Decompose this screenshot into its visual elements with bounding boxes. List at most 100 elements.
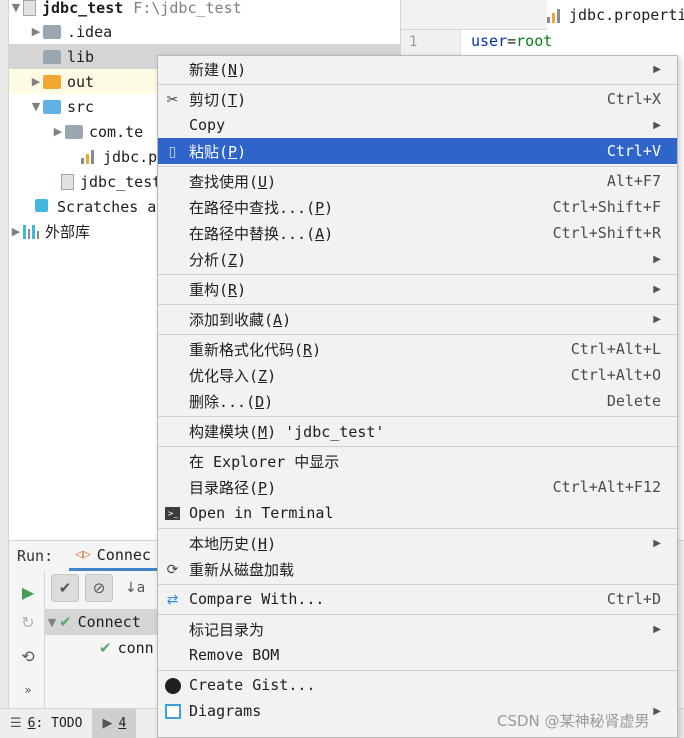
menu-item-create-gist[interactable]: Create Gist... [158,672,677,698]
collapsed-arrow-icon[interactable]: ▶ [29,25,43,38]
menu-item-find-usages[interactable]: 查找使用(U) Alt+F7 [158,168,677,194]
expand-arrow-icon[interactable]: ▼ [45,616,59,629]
menu-item-refactor[interactable]: 重构(R) ▶ [158,276,677,302]
tree-item-label: .idea [67,22,113,41]
compare-icon: ⇄ [166,591,179,608]
collapsed-arrow-icon[interactable]: ▶ [9,225,23,238]
editor-tab-label: jdbc.properti [569,6,684,24]
menu-shortcut: Delete [606,392,661,410]
todo-tool-button[interactable]: ☰ 6 : TODO [0,709,92,738]
menu-shortcut: Ctrl+X [606,90,661,108]
submenu-arrow-icon: ▶ [653,705,661,717]
menu-item-open-in-terminal[interactable]: >_ Open in Terminal [158,500,677,526]
run-tree-child[interactable]: ✔ conn [99,635,154,661]
run-tool-button[interactable]: ▶ 4 [92,708,137,738]
tree-item-label: jdbc_test [80,172,162,191]
tree-row-idea[interactable]: ▶ .idea [9,19,400,44]
left-tool-strip [0,0,9,738]
menu-item-remove-bom[interactable]: Remove BOM [158,642,677,668]
code-value: root [516,32,553,50]
menu-item-copy[interactable]: Copy ▶ [158,112,677,138]
menu-item-replace-in-path[interactable]: 在路径中替换...(A) Ctrl+Shift+R [158,220,677,246]
passed-check-icon: ✔ [99,639,112,657]
submenu-arrow-icon: ▶ [653,537,661,549]
submenu-arrow-icon: ▶ [653,283,661,295]
run-config-icon: ◁▷ [75,547,91,562]
github-icon [164,677,181,694]
menu-item-delete[interactable]: 删除...(D) Delete [158,388,677,414]
run-side-toolbar: ▶ ↻ ⟲ » [9,571,45,709]
tree-item-label: 外部库 [45,223,91,241]
submenu-arrow-icon: ▶ [653,623,661,635]
code-line[interactable]: user=root [471,32,552,50]
menu-shortcut: Ctrl+Alt+F12 [552,478,661,496]
submenu-arrow-icon: ▶ [653,313,661,325]
line-number: 1 [409,34,418,50]
module-file-icon [61,173,74,190]
run-panel-label: Run: [17,547,54,565]
run-tree-root-label: Connect [77,613,141,631]
todo-label: : TODO [35,716,83,731]
run-icon: ▶ [102,716,113,731]
editor-tab-properties[interactable]: jdbc.properti [547,0,684,30]
menu-shortcut: Ctrl+Alt+L [570,340,661,358]
terminal-icon: >_ [164,505,181,522]
run-tab-label: Connec [96,545,151,564]
tree-item-label: jdbc.p [103,147,158,166]
menu-item-new[interactable]: 新建(N) ▶ [158,56,677,82]
show-passed-icon[interactable]: ✔ [51,574,79,602]
tree-item-label: src [67,97,95,116]
menu-item-reload-from-disk[interactable]: ⟳ 重新从磁盘加载 [158,556,677,582]
run-tool-num: 4 [118,716,127,731]
diagram-icon [164,703,181,720]
show-ignored-icon[interactable]: ⊘ [85,574,113,602]
collapsed-arrow-icon[interactable]: ▶ [29,75,43,88]
toggle-auto-test-icon[interactable]: ⟲ [17,647,39,669]
menu-shortcut: Alt+F7 [606,172,661,190]
sort-alpha-icon[interactable]: ↓a [125,580,145,596]
source-folder-icon [43,99,61,114]
menu-item-add-to-favorites[interactable]: 添加到收藏(A) ▶ [158,306,677,332]
menu-item-optimize-imports[interactable]: 优化导入(Z) Ctrl+Alt+O [158,362,677,388]
menu-item-build-module[interactable]: 构建模块(M) 'jdbc_test' [158,418,677,444]
menu-item-analyze[interactable]: 分析(Z) ▶ [158,246,677,272]
menu-shortcut: Ctrl+Alt+O [570,366,661,384]
menu-item-compare-with[interactable]: ⇄ Compare With... Ctrl+D [158,586,677,612]
expand-arrow-icon[interactable]: ▼ [29,100,43,113]
list-icon: ☰ [10,716,22,731]
collapsed-arrow-icon[interactable]: ▶ [51,125,65,138]
folder-icon [43,24,61,39]
more-icon[interactable]: » [17,683,39,705]
rerun-icon[interactable]: ▶ [17,583,39,605]
scratches-icon [35,198,51,215]
submenu-arrow-icon: ▶ [653,119,661,131]
menu-shortcut: Ctrl+V [606,142,661,160]
package-icon [65,124,83,139]
run-tree-child-label: conn [117,639,154,657]
module-icon [23,0,36,16]
menu-shortcut: Ctrl+D [606,590,661,608]
watermark: CSDN @某神秘肾虚男 [497,712,650,730]
project-name: jdbc_test [42,0,124,17]
tree-item-label: lib [67,47,95,66]
menu-item-mark-directory-as[interactable]: 标记目录为 ▶ [158,616,677,642]
submenu-arrow-icon: ▶ [653,253,661,265]
menu-item-find-in-path[interactable]: 在路径中查找...(P) Ctrl+Shift+F [158,194,677,220]
run-tree-root[interactable]: ▼ ✔ Connect [45,609,165,635]
menu-item-directory-path[interactable]: 目录路径(P) Ctrl+Alt+F12 [158,474,677,500]
menu-item-reformat-code[interactable]: 重新格式化代码(R) Ctrl+Alt+L [158,336,677,362]
expand-arrow-icon[interactable]: ▼ [9,1,23,14]
menu-item-local-history[interactable]: 本地历史(H) ▶ [158,530,677,556]
menu-item-paste[interactable]: ▯ 粘贴(P) Ctrl+V [158,138,677,164]
run-tab[interactable]: ◁▷ Connec [69,541,157,571]
menu-item-cut[interactable]: ✂ 剪切(T) Ctrl+X [158,86,677,112]
tree-row-project-root[interactable]: ▼ jdbc_test F:\jdbc_test [9,0,400,20]
folder-icon [43,49,61,64]
rerun-failed-icon[interactable]: ↻ [17,613,39,635]
todo-num: 6 [27,716,36,731]
submenu-arrow-icon: ▶ [653,63,661,75]
menu-item-show-in-explorer[interactable]: 在 Explorer 中显示 [158,448,677,474]
code-key: user [471,32,508,50]
reload-icon: ⟳ [166,561,179,578]
context-menu: 新建(N) ▶ ✂ 剪切(T) Ctrl+X Copy ▶ ▯ 粘贴(P) Ct… [157,55,678,738]
